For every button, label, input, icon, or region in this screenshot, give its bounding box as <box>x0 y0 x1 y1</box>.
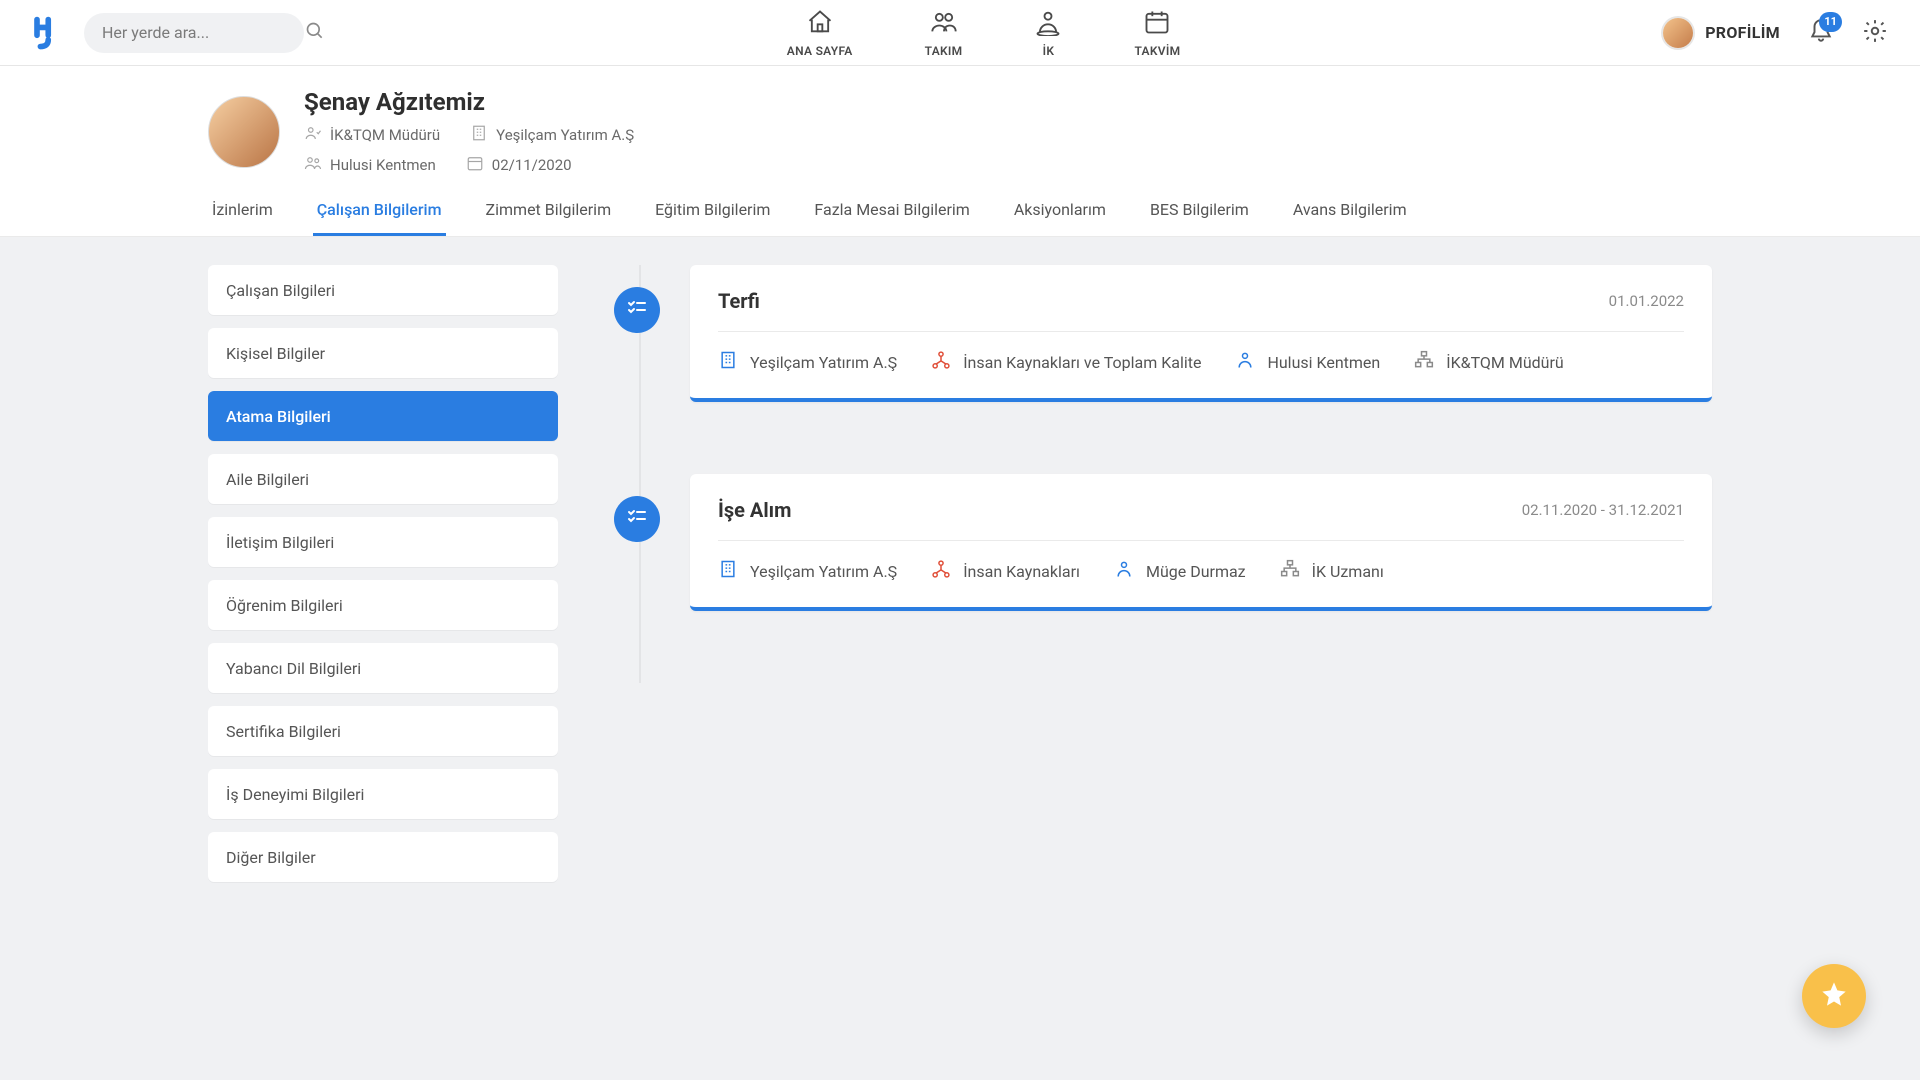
sidenav-item[interactable]: Aile Bilgileri <box>208 454 558 504</box>
avatar <box>1663 18 1693 48</box>
timeline-item: İşe Alım 02.11.2020 - 31.12.2021 Yeşilçam … <box>648 474 1712 611</box>
assignment-card: İşe Alım 02.11.2020 - 31.12.2021 Yeşilçam … <box>690 474 1712 611</box>
profile-date-text: 02/11/2020 <box>492 156 572 174</box>
card-manager: Hulusi Kentmen <box>1235 350 1380 374</box>
profile-header: Şenay Ağzıtemiz İK&TQM Müdürü Yeşilçam Y… <box>0 66 1920 237</box>
app-logo[interactable] <box>32 15 60 51</box>
tab-item[interactable]: Fazla Mesai Bilgilerim <box>810 190 973 236</box>
card-date: 02.11.2020 - 31.12.2021 <box>1522 501 1684 519</box>
sidenav-item[interactable]: Çalışan Bilgileri <box>208 265 558 315</box>
tab-item[interactable]: Eğitim Bilgilerim <box>651 190 774 236</box>
card-company: Yeşilçam Yatırım A.Ş <box>718 350 897 374</box>
sidenav-item[interactable]: İletişim Bilgileri <box>208 517 558 567</box>
nav-calendar-label: TAKVİM <box>1134 44 1180 58</box>
person-icon <box>304 124 322 146</box>
timeline-item: Terfi 01.01.2022 Yeşilçam Yatırım A.Ş İnsan… <box>648 265 1712 402</box>
profile-title: İK&TQM Müdürü <box>304 124 440 146</box>
card-department: İnsan Kaynakları <box>931 559 1080 583</box>
profile-manager: Hulusi Kentmen <box>304 154 436 176</box>
users-icon <box>304 154 322 176</box>
sidenav-item[interactable]: İş Deneyimi Bilgileri <box>208 769 558 819</box>
checklist-icon <box>625 505 649 533</box>
main-content: Çalışan Bilgileri Kişisel Bilgiler Atama B… <box>208 265 1712 882</box>
org-icon <box>1280 559 1300 583</box>
card-department: İnsan Kaynakları ve Toplam Kalite <box>931 350 1201 374</box>
calendar-icon <box>1143 8 1171 40</box>
nav-hr[interactable]: İK <box>1034 8 1062 58</box>
nav-team-label: TAKIM <box>925 44 963 58</box>
top-nav: ANA SAYFA TAKIM İK TAKVİM <box>787 8 1181 58</box>
search-input[interactable] <box>102 23 305 42</box>
profile-manager-text: Hulusi Kentmen <box>330 156 436 174</box>
sidenav-item[interactable]: Öğrenim Bilgileri <box>208 580 558 630</box>
timeline-marker <box>614 287 660 333</box>
nav-home-label: ANA SAYFA <box>787 44 853 58</box>
nav-home[interactable]: ANA SAYFA <box>787 8 853 58</box>
card-company: Yeşilçam Yatırım A.Ş <box>718 559 897 583</box>
notification-badge: 11 <box>1819 12 1842 32</box>
profile-link[interactable]: PROFİLİM <box>1663 18 1780 48</box>
person-icon <box>1235 350 1255 374</box>
tab-item[interactable]: Aksiyonlarım <box>1010 190 1110 236</box>
card-date: 01.01.2022 <box>1609 292 1684 310</box>
topbar: ANA SAYFA TAKIM İK TAKVİM PROFİLİM 11 <box>0 0 1920 66</box>
card-position: İK Uzmanı <box>1280 559 1384 583</box>
sidenav-item[interactable]: Sertifika Bilgileri <box>208 706 558 756</box>
sidenav-item[interactable]: Yabancı Dil Bilgileri <box>208 643 558 693</box>
network-icon <box>931 559 951 583</box>
card-title: Terfi <box>718 289 760 313</box>
profile-label: PROFİLİM <box>1705 23 1780 42</box>
sidenav-item[interactable]: Atama Bilgileri <box>208 391 558 441</box>
building-icon <box>470 124 488 146</box>
search-icon <box>305 21 325 45</box>
nav-team[interactable]: TAKIM <box>925 8 963 58</box>
profile-avatar <box>208 96 280 168</box>
gear-icon <box>1862 29 1888 48</box>
tab-item[interactable]: İzinlerim <box>208 190 277 236</box>
sidenav-item[interactable]: Kişisel Bilgiler <box>208 328 558 378</box>
home-icon <box>806 8 834 40</box>
person-icon <box>1114 559 1134 583</box>
team-icon <box>930 8 958 40</box>
sidenav-item[interactable]: Diğer Bilgiler <box>208 832 558 882</box>
calendar-small-icon <box>466 154 484 176</box>
notifications-button[interactable]: 11 <box>1808 18 1834 48</box>
card-position: İK&TQM Müdürü <box>1414 350 1564 374</box>
network-icon <box>931 350 951 374</box>
global-search[interactable] <box>84 13 304 53</box>
card-manager: Müge Durmaz <box>1114 559 1246 583</box>
side-nav: Çalışan Bilgileri Kişisel Bilgiler Atama B… <box>208 265 558 882</box>
help-fab[interactable] <box>1802 964 1866 1028</box>
profile-tabs: İzinlerim Çalışan Bilgilerim Zimmet Bilgil… <box>208 190 1712 236</box>
org-icon <box>1414 350 1434 374</box>
tab-item[interactable]: Avans Bilgilerim <box>1289 190 1411 236</box>
tab-item[interactable]: BES Bilgilerim <box>1146 190 1253 236</box>
star-icon <box>1820 980 1848 1012</box>
profile-company: Yeşilçam Yatırım A.Ş <box>470 124 634 146</box>
tab-item[interactable]: Zimmet Bilgilerim <box>482 190 616 236</box>
profile-title-text: İK&TQM Müdürü <box>330 126 440 144</box>
topbar-right: PROFİLİM 11 <box>1663 18 1888 48</box>
profile-name: Şenay Ağzıtemiz <box>304 88 634 116</box>
nav-calendar[interactable]: TAKVİM <box>1134 8 1180 58</box>
settings-button[interactable] <box>1862 18 1888 48</box>
profile-date: 02/11/2020 <box>466 154 572 176</box>
assignment-card: Terfi 01.01.2022 Yeşilçam Yatırım A.Ş İnsan… <box>690 265 1712 402</box>
assignment-timeline: Terfi 01.01.2022 Yeşilçam Yatırım A.Ş İnsan… <box>614 265 1712 683</box>
building-icon <box>718 350 738 374</box>
profile-company-text: Yeşilçam Yatırım A.Ş <box>496 126 634 144</box>
nav-hr-label: İK <box>1043 44 1055 58</box>
tab-item[interactable]: Çalışan Bilgilerim <box>313 190 446 236</box>
checklist-icon <box>625 296 649 324</box>
timeline-marker <box>614 496 660 542</box>
building-icon <box>718 559 738 583</box>
hr-icon <box>1034 8 1062 40</box>
card-title: İşe Alım <box>718 498 791 522</box>
